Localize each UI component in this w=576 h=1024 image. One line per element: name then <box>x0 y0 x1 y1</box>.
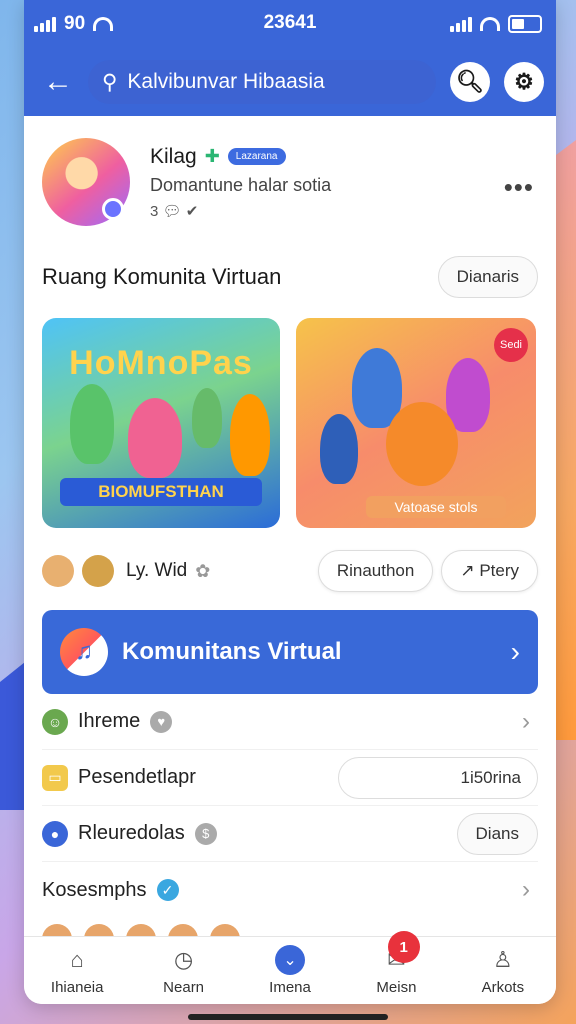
user-name: Ly. Wid <box>126 560 188 581</box>
list-item[interactable]: Kosesmphs ✓ › <box>42 862 538 918</box>
card-tag: Sedi <box>494 328 528 362</box>
phone-screen: 90 23641 ← ⚲ Kalvibunvar Hibaasia 🔍︎ ⚙ K… <box>24 0 556 1004</box>
dollar-icon: $ <box>194 822 217 845</box>
bottom-tab-bar: ⌂ Ihianeia ◷ Nearn ⌄ Imena ✉ 1 Meisn ♙ A… <box>24 931 556 1004</box>
settings-button[interactable]: ⚙ <box>504 62 544 102</box>
share-icon: ↗ <box>460 561 480 580</box>
chevron-down-icon: ⌄ <box>275 945 306 975</box>
person-illustration <box>320 414 358 484</box>
community-card-1[interactable]: HoMnoPas BIOMUFSTHAN <box>42 318 280 528</box>
profile-meta-count: 3 <box>150 202 159 220</box>
verified-badge-icon: ✓ <box>156 879 179 901</box>
list-item[interactable]: ▭ Pesendetlapr 1i50rina <box>42 750 538 806</box>
wifi-icon <box>93 17 114 31</box>
community-card-2[interactable]: Sedi Vatoase stols <box>296 318 536 528</box>
list-item-value[interactable]: 1i50rina <box>338 756 538 799</box>
avatar[interactable] <box>82 555 114 587</box>
search-bar[interactable]: ⚲ Kalvibunvar Hibaasia <box>88 60 436 104</box>
person-illustration <box>70 384 114 464</box>
wifi-icon-right <box>480 17 500 31</box>
status-left-text: 90 <box>64 13 86 34</box>
puzzle-icon[interactable]: ✿ <box>195 561 210 582</box>
community-banner[interactable]: ♫ Komunitans Virtual › <box>42 610 538 694</box>
avatar[interactable] <box>42 138 130 226</box>
magnifier-icon: 🔍︎ <box>456 69 484 94</box>
person-illustration <box>128 398 182 478</box>
tab-label: Imena <box>269 979 311 996</box>
search-icon: ⚲ <box>102 70 118 94</box>
chevron-right-icon: › <box>522 876 530 903</box>
more-options-icon[interactable]: ••• <box>504 172 534 203</box>
main-content: Kilag ✚ Lazarana Domantune halar sotia 3… <box>24 116 556 954</box>
action-row: Ly. Wid ✿ Rinauthon ↗ Ptery <box>42 550 538 592</box>
banner-label: Komunitans Virtual <box>122 638 342 665</box>
card-caption: Vatoase stols <box>366 496 506 518</box>
list-item[interactable]: ☺ Ihreme ♥ › <box>42 694 538 750</box>
list-item-label: Rleuredolas <box>78 822 185 844</box>
card-icon: ▭ <box>42 764 68 791</box>
avatar[interactable] <box>42 555 74 587</box>
tab-label: Nearn <box>163 979 205 996</box>
tab-label: Arkots <box>481 979 525 996</box>
card-headline: HoMnoPas <box>69 344 253 382</box>
person-illustration <box>230 394 270 476</box>
primary-action-button[interactable]: Rinauthon <box>317 550 434 592</box>
profile-name: Kilag <box>150 144 197 168</box>
back-arrow-icon[interactable]: ← <box>42 65 74 99</box>
signal-icon-right <box>450 16 472 32</box>
nav-row: ← ⚲ Kalvibunvar Hibaasia 🔍︎ ⚙ <box>24 48 556 116</box>
profile-meta: 3 💬︎ ✔ <box>150 202 331 220</box>
app-header: 90 23641 ← ⚲ Kalvibunvar Hibaasia 🔍︎ ⚙ <box>24 0 556 116</box>
heart-icon: ♥ <box>150 710 173 733</box>
list-item-pill[interactable]: Dians <box>456 812 538 855</box>
profile-header: Kilag ✚ Lazarana Domantune halar sotia 3… <box>42 116 538 226</box>
clock-icon: ◷ <box>174 947 194 972</box>
home-indicator[interactable] <box>188 1014 388 1020</box>
check-icon[interactable]: ✔ <box>186 203 199 220</box>
search-text: Kalvibunvar Hibaasia <box>127 70 325 93</box>
tab-messages[interactable]: ✉ 1 Meisn <box>343 931 449 1004</box>
profile-badge: Lazarana <box>227 148 286 165</box>
tab-label: Meisn <box>376 979 417 996</box>
bear-mascot-illustration <box>386 402 458 486</box>
list-item-label: Pesendetlapr <box>78 766 196 788</box>
tab-home[interactable]: ⌂ Ihianeia <box>24 937 130 1004</box>
tab-menu[interactable]: ⌄ Imena <box>237 937 343 1004</box>
person-icon: ♙ <box>492 947 513 972</box>
list-item-label: Kosesmphs <box>42 878 147 901</box>
chevron-right-icon: › <box>522 707 530 735</box>
list-item[interactable]: ● Rleuredolas $ Dians <box>42 806 538 862</box>
chevron-right-icon: › <box>510 636 520 667</box>
section-title: Ruang Komunita Virtuan <box>42 264 282 289</box>
list-item-label: Ihreme <box>78 710 141 732</box>
music-note-icon: ♫ <box>60 628 108 676</box>
gear-icon: ⚙ <box>514 69 534 94</box>
location-icon: ● <box>42 820 68 847</box>
chat-icon[interactable]: 💬︎ <box>163 203 182 220</box>
status-bar: 90 23641 <box>24 0 556 48</box>
person-illustration <box>192 388 222 448</box>
avatar-icon: ☺ <box>42 708 68 735</box>
section-header: Ruang Komunita Virtuan Dianaris <box>42 256 538 298</box>
magnifier-button[interactable]: 🔍︎ <box>450 62 490 102</box>
verified-icon: ✚ <box>204 146 220 166</box>
tab-clock[interactable]: ◷ Nearn <box>130 937 236 1004</box>
share-button[interactable]: ↗ Ptery <box>441 550 538 592</box>
profile-info: Kilag ✚ Lazarana Domantune halar sotia 3… <box>150 145 331 220</box>
tab-label: Ihianeia <box>50 979 104 996</box>
signal-icon <box>34 16 56 32</box>
battery-icon <box>508 15 542 33</box>
section-action-button[interactable]: Dianaris <box>437 256 538 298</box>
card-caption: BIOMUFSTHAN <box>60 478 262 506</box>
share-button-label: Ptery <box>479 561 519 580</box>
notification-badge: 1 <box>387 931 420 963</box>
tab-profile[interactable]: ♙ Arkots <box>450 937 556 1004</box>
profile-subtitle: Domantune halar sotia <box>150 174 332 195</box>
home-icon: ⌂ <box>70 947 84 972</box>
card-carousel: HoMnoPas BIOMUFSTHAN Sedi Vatoase stols <box>42 318 538 528</box>
status-time: 23641 <box>263 12 317 33</box>
